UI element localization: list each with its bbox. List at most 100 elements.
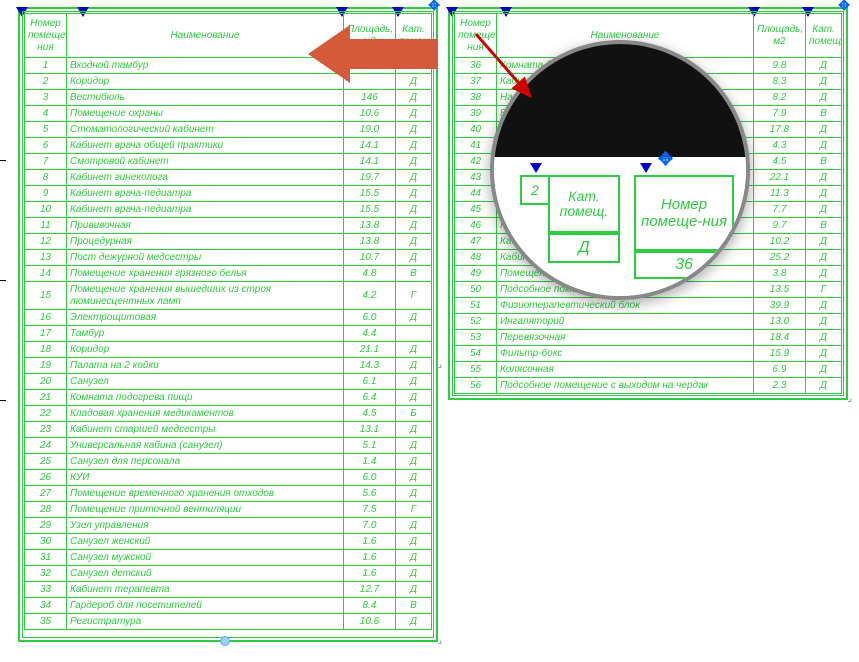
table-row[interactable]: 4Помещение охраны10.6Д [25, 106, 432, 122]
cell-cat[interactable]: Д [806, 298, 842, 314]
cell-cat[interactable]: Д [396, 550, 432, 566]
cell-area[interactable]: 11.3 [754, 186, 806, 202]
table-row[interactable]: 27Помещение временного хранения отходов5… [25, 486, 432, 502]
cell-num[interactable]: 46 [455, 218, 497, 234]
cell-area[interactable]: 1.4 [344, 454, 396, 470]
cell-area[interactable]: 4.5 [754, 154, 806, 170]
table-row[interactable]: 51Физиотерапевтический блок39.9Д [455, 298, 842, 314]
cell-name[interactable]: Санузел женский [67, 534, 344, 550]
cell-num[interactable]: 4 [25, 106, 67, 122]
cell-name[interactable]: Тамбур [67, 326, 344, 342]
cell-num[interactable]: 30 [25, 534, 67, 550]
cell-area[interactable]: 8.4 [344, 598, 396, 614]
cell-area[interactable]: 13.8 [344, 234, 396, 250]
cell-area[interactable]: 4.2 [344, 282, 396, 310]
table-row[interactable]: 18Коридор21.1Д [25, 342, 432, 358]
table-row[interactable]: 25Санузел для персонала1.4Д [25, 454, 432, 470]
table-row[interactable]: 20Санузел6.1Д [25, 374, 432, 390]
cell-name[interactable]: Подсобное помещение с выходом на чердак [497, 378, 754, 394]
cell-name[interactable]: Санузел [67, 374, 344, 390]
cell-num[interactable]: 20 [25, 374, 67, 390]
cell-num[interactable]: 25 [25, 454, 67, 470]
cell-cat[interactable]: В [806, 218, 842, 234]
cell-num[interactable]: 31 [25, 550, 67, 566]
cell-cat[interactable] [396, 326, 432, 342]
cell-cat[interactable]: Д [396, 454, 432, 470]
table-row[interactable]: 55Колясочная6.9Д [455, 362, 842, 378]
cell-num[interactable]: 14 [25, 266, 67, 282]
table-row[interactable]: 15Помещение хранения вышедших из строя л… [25, 282, 432, 310]
table-left-grid[interactable]: Номер помеще-ния Наименование Площадь, м… [24, 13, 432, 630]
table-row[interactable]: 56Подсобное помещение с выходом на черда… [455, 378, 842, 394]
cell-cat[interactable]: Д [396, 374, 432, 390]
table-row[interactable]: 26КУИ6.0Д [25, 470, 432, 486]
cell-num[interactable]: 56 [455, 378, 497, 394]
cell-area[interactable]: 4.4 [344, 326, 396, 342]
cell-area[interactable]: 6.9 [754, 362, 806, 378]
cell-num[interactable]: 18 [25, 342, 67, 358]
cell-name[interactable]: Коридор [67, 74, 344, 90]
cell-name[interactable]: Гардероб для посетителей [67, 598, 344, 614]
cell-cat[interactable]: Д [806, 138, 842, 154]
cell-num[interactable]: 27 [25, 486, 67, 502]
cell-name[interactable]: Палата на 2 койки [67, 358, 344, 374]
table-row[interactable]: 52Ингаляторий13.0Д [455, 314, 842, 330]
table-row[interactable]: 34Гардероб для посетителей8.4В [25, 598, 432, 614]
cell-cat[interactable]: В [806, 106, 842, 122]
cell-num[interactable]: 29 [25, 518, 67, 534]
cell-cat[interactable]: Г [806, 282, 842, 298]
cell-name[interactable]: Помещение хранения вышедших из строя люм… [67, 282, 344, 310]
cell-num[interactable]: 7 [25, 154, 67, 170]
table-row[interactable]: 35Регистратура10.6Д [25, 614, 432, 630]
cell-area[interactable]: 15.5 [344, 186, 396, 202]
cell-area[interactable]: 5.6 [344, 486, 396, 502]
table-row[interactable]: 10Кабинет врача-педиатра15.5Д [25, 202, 432, 218]
cell-num[interactable]: 28 [25, 502, 67, 518]
cell-name[interactable]: Колясочная [497, 362, 754, 378]
cell-area[interactable]: 8.3 [754, 74, 806, 90]
cell-area[interactable]: 2.3 [754, 378, 806, 394]
cell-area[interactable]: 13.1 [344, 422, 396, 438]
cell-num[interactable]: 16 [25, 310, 67, 326]
cell-num[interactable]: 33 [25, 582, 67, 598]
table-left[interactable]: ✥ Номер помеще-ния Наименование Площадь,… [18, 7, 438, 642]
cell-area[interactable]: 15.9 [754, 346, 806, 362]
cell-cat[interactable]: Д [806, 362, 842, 378]
cell-num[interactable]: 34 [25, 598, 67, 614]
cell-cat[interactable]: Д [806, 186, 842, 202]
cell-area[interactable]: 17.8 [754, 122, 806, 138]
table-row[interactable]: 32Санузел детский1.6Д [25, 566, 432, 582]
cell-area[interactable]: 39.9 [754, 298, 806, 314]
cell-cat[interactable]: Д [396, 422, 432, 438]
table-row[interactable]: 9Кабинет врача-педиатра15.5Д [25, 186, 432, 202]
cell-cat[interactable]: Д [806, 378, 842, 394]
cell-num[interactable]: 41 [455, 138, 497, 154]
cell-name[interactable]: Кабинет гинеколога [67, 170, 344, 186]
table-row[interactable]: 33Кабинет терапевта12.7Д [25, 582, 432, 598]
cell-area[interactable]: 14.1 [344, 154, 396, 170]
cell-cat[interactable]: Д [396, 170, 432, 186]
cell-area[interactable]: 8.2 [754, 90, 806, 106]
cell-area[interactable]: 25.2 [754, 250, 806, 266]
cell-num[interactable]: 40 [455, 122, 497, 138]
cell-cat[interactable]: Д [396, 154, 432, 170]
cell-num[interactable]: 23 [25, 422, 67, 438]
cell-name[interactable]: Прививочная [67, 218, 344, 234]
cell-num[interactable]: 10 [25, 202, 67, 218]
table-row[interactable]: 11Прививочная13.8Д [25, 218, 432, 234]
cell-name[interactable]: Универсальная кабина (санузел) [67, 438, 344, 454]
table-row[interactable]: 23Кабинет старшей медсестры13.1Д [25, 422, 432, 438]
cell-cat[interactable]: Д [396, 582, 432, 598]
table-row[interactable]: 12Процедурная13.8Д [25, 234, 432, 250]
cell-name[interactable]: Стоматологический кабинет [67, 122, 344, 138]
cell-name[interactable]: КУИ [67, 470, 344, 486]
table-row[interactable]: 8Кабинет гинеколога19.7Д [25, 170, 432, 186]
cell-cat[interactable]: В [396, 598, 432, 614]
cell-name[interactable]: Санузел для персонала [67, 454, 344, 470]
cell-num[interactable]: 47 [455, 234, 497, 250]
cell-name[interactable]: Кабинет врача-педиатра [67, 186, 344, 202]
cell-cat[interactable]: Д [396, 138, 432, 154]
table-row[interactable]: 31Санузел мужской1.6Д [25, 550, 432, 566]
cell-area[interactable]: 22.1 [754, 170, 806, 186]
cell-num[interactable]: 24 [25, 438, 67, 454]
